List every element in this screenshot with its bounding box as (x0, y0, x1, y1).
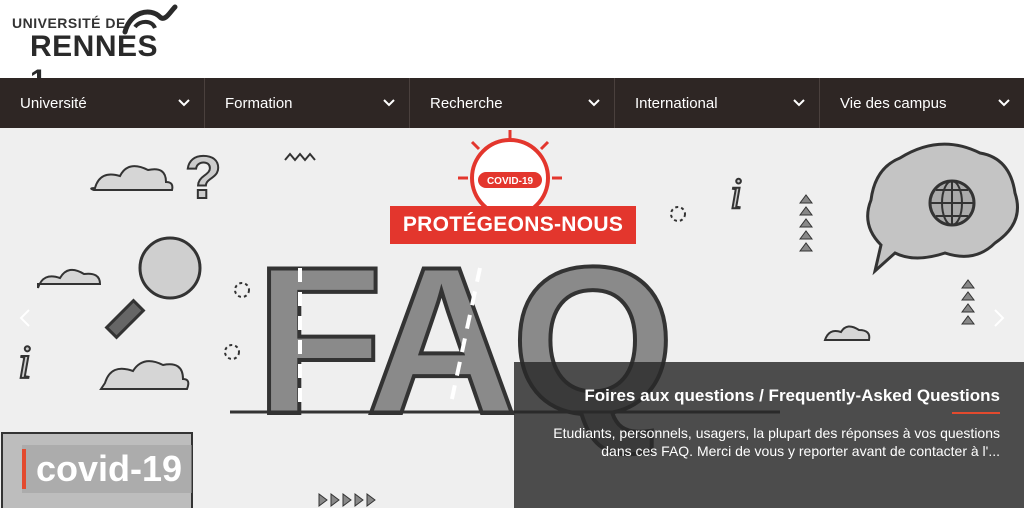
globe-speech-bubble-icon (866, 142, 1019, 276)
chevron-down-icon (998, 99, 1010, 107)
nav-item-label: Université (20, 94, 87, 112)
chevron-left-icon[interactable] (14, 306, 38, 330)
protegeons-nous-banner: PROTÉGEONS-NOUS (390, 206, 636, 244)
chevron-down-icon (178, 99, 190, 107)
site-header: UNIVERSITÉ DE RENNES 1 (0, 0, 1024, 97)
chevron-right-icon[interactable] (986, 306, 1010, 330)
university-logo[interactable]: UNIVERSITÉ DE RENNES 1 (10, 2, 180, 97)
nav-item-universite[interactable]: Université (0, 78, 205, 128)
question-mark-icon: ? (185, 144, 222, 211)
nav-item-vie-des-campus[interactable]: Vie des campus (820, 78, 1024, 128)
chevron-down-icon (383, 99, 395, 107)
caption-divider (952, 412, 1000, 414)
ermine-logo-icon (122, 4, 178, 35)
nav-item-label: Vie des campus (840, 94, 947, 112)
slide-caption[interactable]: Foires aux questions / Frequently-Asked … (514, 362, 1024, 508)
nav-item-label: International (635, 94, 718, 112)
caption-text: Etudiants, personnels, usagers, la plupa… (553, 425, 1000, 459)
nav-item-label: Formation (225, 94, 293, 112)
main-navigation: Université Formation Recherche Internati… (0, 78, 1024, 128)
hero-slider[interactable]: ? i i COVID-19 FAQ PROTÉGEONS-NOUS covid… (0, 128, 1024, 508)
caption-title[interactable]: Foires aux questions / Frequently-Asked … (538, 384, 1000, 408)
chevron-down-icon (793, 99, 805, 107)
nav-item-label: Recherche (430, 94, 503, 112)
chevron-down-icon (588, 99, 600, 107)
nav-item-formation[interactable]: Formation (205, 78, 410, 128)
info-icon: i (730, 169, 742, 218)
nav-item-recherche[interactable]: Recherche (410, 78, 615, 128)
covid-badge-text: COVID-19 (487, 176, 534, 187)
tag-accent-bar (22, 449, 26, 489)
tag-label: covid-19 (36, 448, 183, 489)
nav-item-international[interactable]: International (615, 78, 820, 128)
info-icon: i (18, 336, 31, 389)
logo-line1: UNIVERSITÉ DE (12, 15, 126, 31)
virus-icon: COVID-19 (458, 130, 562, 218)
magnifier-icon (104, 236, 202, 340)
covid-tag[interactable]: covid-19 (22, 445, 193, 493)
